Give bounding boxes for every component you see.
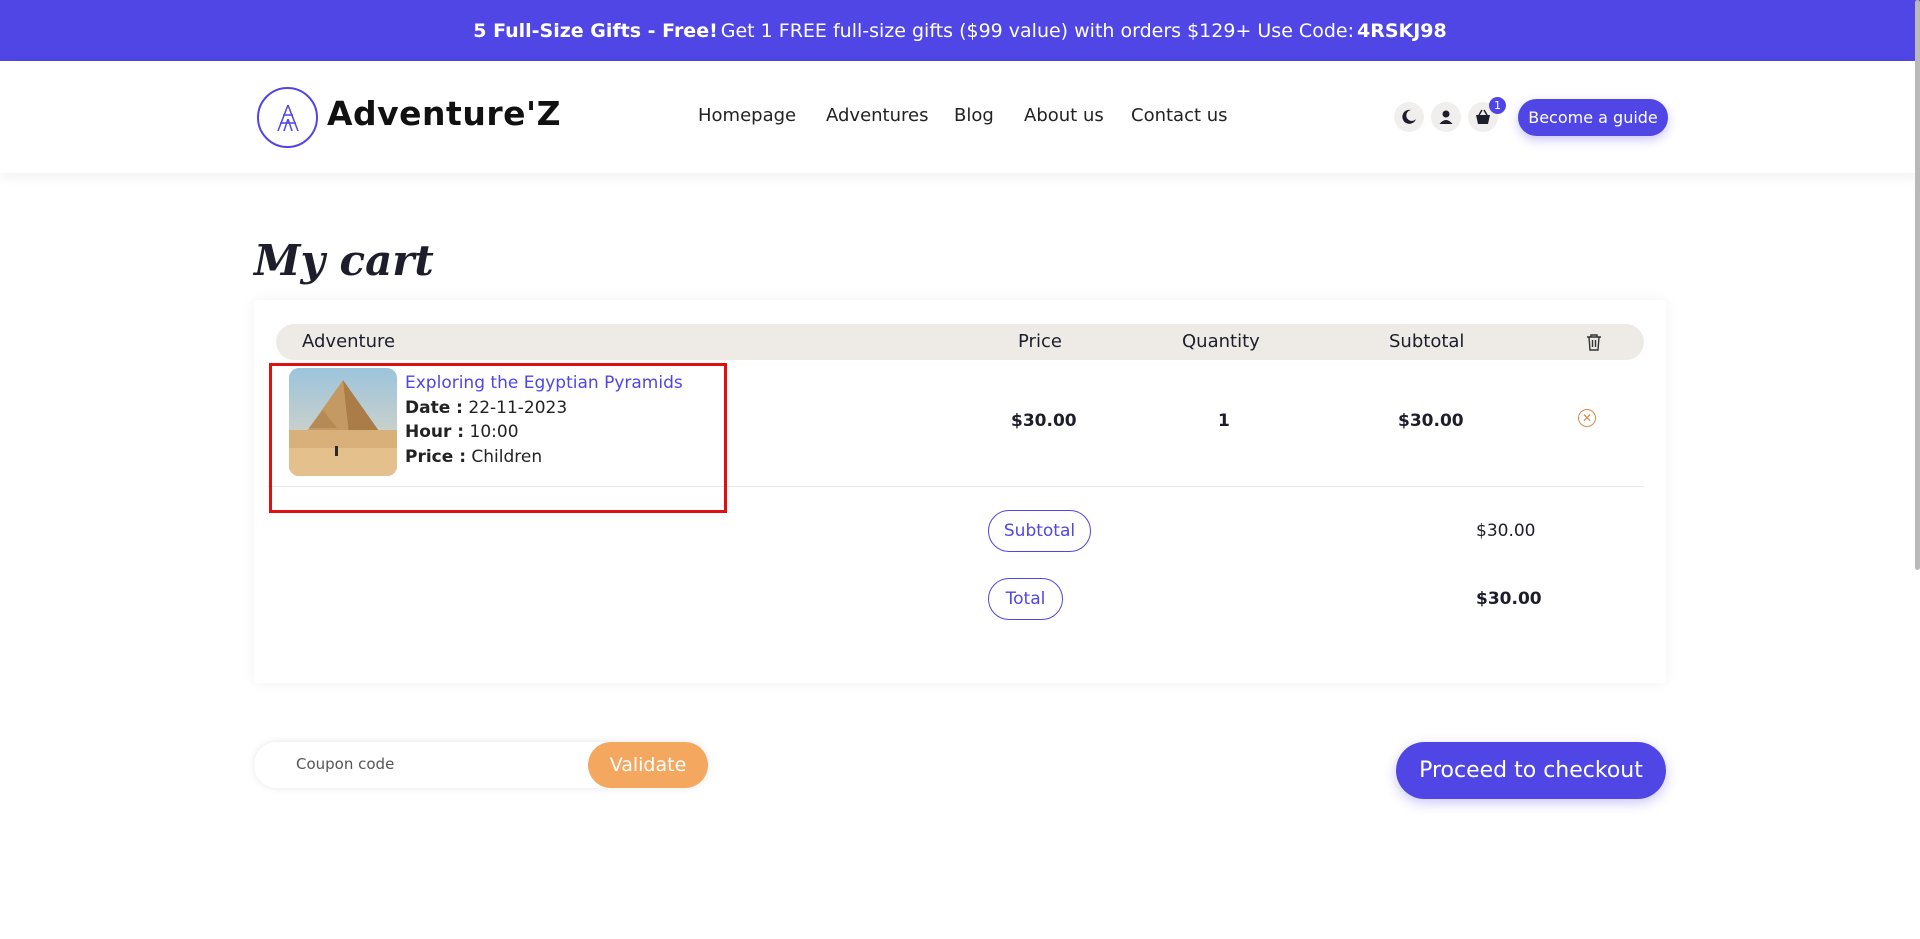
total-label: Total — [988, 578, 1063, 620]
item-highlight-box — [269, 363, 727, 513]
column-header-quantity: Quantity — [1182, 331, 1260, 352]
column-header-adventure: Adventure — [302, 331, 396, 352]
column-header-price: Price — [1018, 331, 1062, 352]
logo-text[interactable]: Adventure'Z — [327, 94, 561, 133]
coupon-form: Validate — [254, 742, 708, 788]
nav-adventures[interactable]: Adventures — [826, 105, 928, 126]
dark-mode-icon[interactable] — [1394, 102, 1424, 132]
proceed-to-checkout-button[interactable]: Proceed to checkout — [1396, 742, 1666, 799]
nav-about-us[interactable]: About us — [1024, 105, 1104, 126]
promo-code: 4RSKJ98 — [1356, 19, 1447, 42]
item-price: $30.00 — [1011, 411, 1077, 431]
coupon-code-input[interactable] — [296, 755, 576, 773]
promo-headline: 5 Full-Size Gifts - Free! — [473, 19, 718, 42]
promo-text: Get 1 FREE full-size gifts ($99 value) w… — [720, 19, 1354, 42]
nav-blog[interactable]: Blog — [954, 105, 994, 126]
summary-total-value: $30.00 — [1476, 589, 1542, 609]
promo-bar: 5 Full-Size Gifts - Free! Get 1 FREE ful… — [0, 0, 1920, 61]
user-icon[interactable] — [1431, 102, 1461, 132]
cart-count-badge: 1 — [1489, 97, 1506, 114]
table-header: Adventure Price Quantity Subtotal — [276, 324, 1644, 360]
validate-coupon-button[interactable]: Validate — [588, 742, 708, 788]
column-header-subtotal: Subtotal — [1389, 331, 1465, 352]
summary-subtotal-value: $30.00 — [1476, 521, 1536, 541]
site-header: Adventure'Z Homepage Adventures Blog Abo… — [0, 61, 1920, 173]
item-subtotal: $30.00 — [1398, 411, 1464, 431]
page-title: My cart — [254, 236, 434, 285]
remove-item-icon[interactable]: ✕ — [1578, 409, 1596, 427]
subtotal-label: Subtotal — [988, 510, 1091, 552]
trash-icon[interactable] — [1586, 333, 1602, 355]
logo-icon[interactable] — [257, 87, 318, 148]
item-quantity[interactable]: 1 — [1218, 411, 1230, 431]
nav-contact-us[interactable]: Contact us — [1131, 105, 1228, 126]
nav-homepage[interactable]: Homepage — [698, 105, 796, 126]
page-scrollbar[interactable] — [1915, 0, 1920, 570]
become-guide-button[interactable]: Become a guide — [1518, 99, 1668, 136]
